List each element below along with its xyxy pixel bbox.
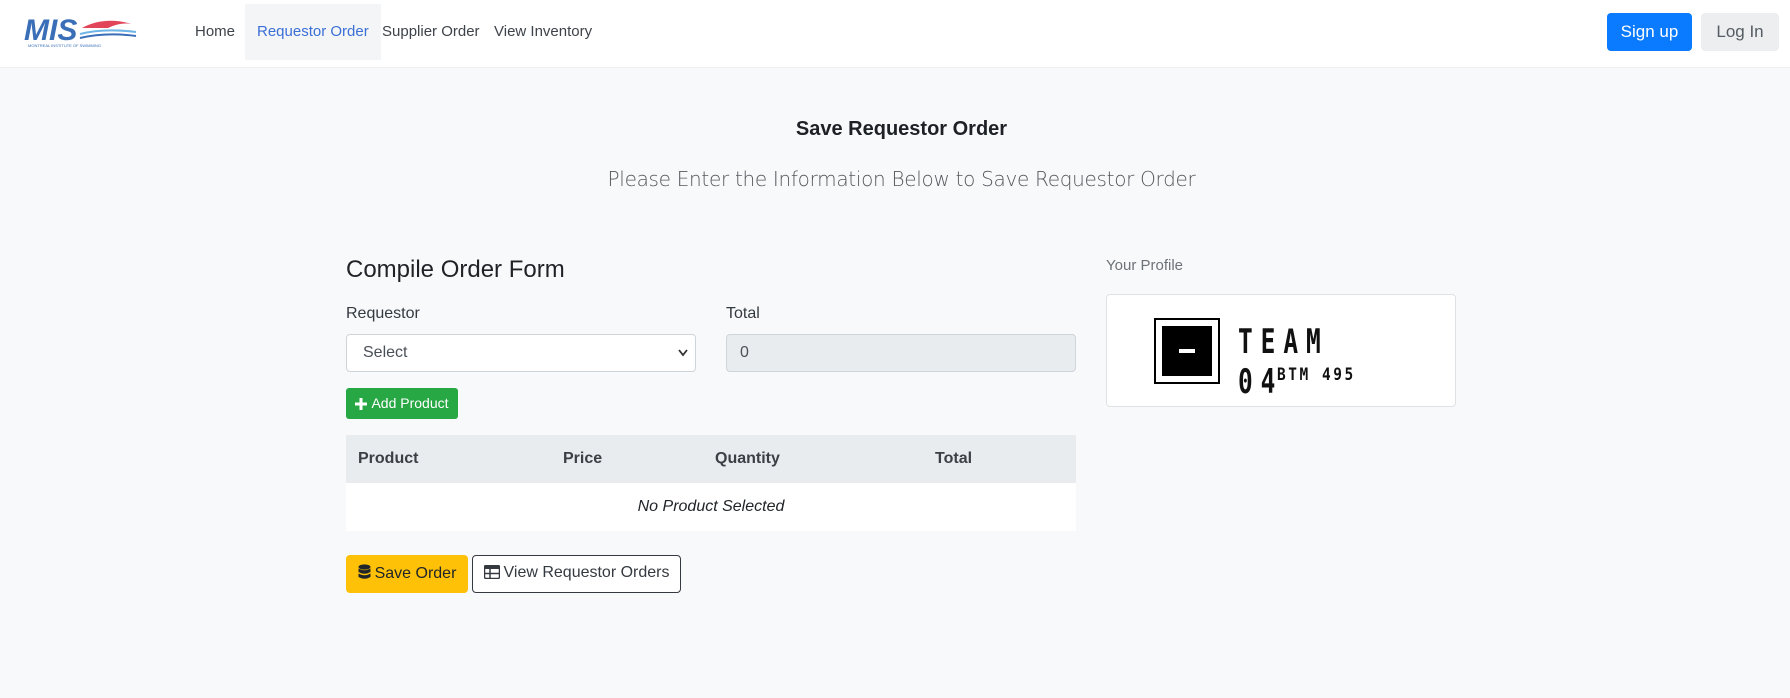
save-order-label: Save Order bbox=[374, 564, 457, 582]
add-product-button[interactable]: Add Product bbox=[346, 388, 458, 419]
database-icon bbox=[358, 563, 371, 585]
column-header-quantity: Quantity bbox=[715, 450, 780, 467]
login-button[interactable]: Log In bbox=[1701, 13, 1779, 51]
requestor-select[interactable]: Select bbox=[346, 334, 696, 372]
table-header: Product Price Quantity Total bbox=[346, 435, 1076, 483]
add-product-label: Add Product bbox=[371, 394, 449, 411]
mis-logo[interactable]: MIS MONTREAL INSTITUTE OF SWIMMING bbox=[24, 14, 154, 48]
page-title: Save Requestor Order bbox=[795, 118, 1008, 140]
total-field: 0 bbox=[726, 334, 1076, 372]
profile-card: TEAM 04 BTM 495 bbox=[1106, 294, 1456, 407]
total-label: Total bbox=[726, 305, 760, 322]
chevron-down-icon bbox=[677, 335, 689, 385]
requestor-select-value: Select bbox=[363, 344, 408, 361]
requestor-label: Requestor bbox=[346, 305, 420, 322]
save-order-button[interactable]: Save Order bbox=[346, 555, 468, 593]
profile-title: Your Profile bbox=[1106, 257, 1183, 274]
column-header-product: Product bbox=[358, 450, 419, 467]
signup-button[interactable]: Sign up bbox=[1607, 13, 1692, 51]
nav-view-inventory[interactable]: View Inventory bbox=[482, 4, 604, 60]
form-title: Compile Order Form bbox=[346, 256, 565, 283]
nav-home[interactable]: Home bbox=[183, 4, 247, 60]
table-icon bbox=[483, 564, 500, 584]
nav-supplier-order[interactable]: Supplier Order bbox=[370, 4, 492, 60]
team-subtitle: BTM 495 bbox=[1277, 365, 1356, 385]
svg-text:MONTREAL INSTITUTE OF SWIMMING: MONTREAL INSTITUTE OF SWIMMING bbox=[28, 43, 101, 48]
view-requestor-orders-label: View Requestor Orders bbox=[503, 564, 670, 581]
plus-icon bbox=[355, 397, 368, 413]
nav-requestor-order[interactable]: Requestor Order bbox=[245, 4, 381, 60]
column-header-total: Total bbox=[935, 450, 973, 467]
table-empty-row: No Product Selected bbox=[346, 483, 1076, 531]
team-name: TEAM 04 bbox=[1238, 322, 1329, 402]
navbar: MIS MONTREAL INSTITUTE OF SWIMMING Home … bbox=[0, 0, 1790, 68]
column-header-price: Price bbox=[563, 450, 603, 467]
view-requestor-orders-button[interactable]: View Requestor Orders bbox=[472, 555, 681, 593]
team-logo-icon bbox=[1154, 318, 1220, 384]
page-subtitle: Please Enter the Information Below to Sa… bbox=[607, 167, 1196, 191]
